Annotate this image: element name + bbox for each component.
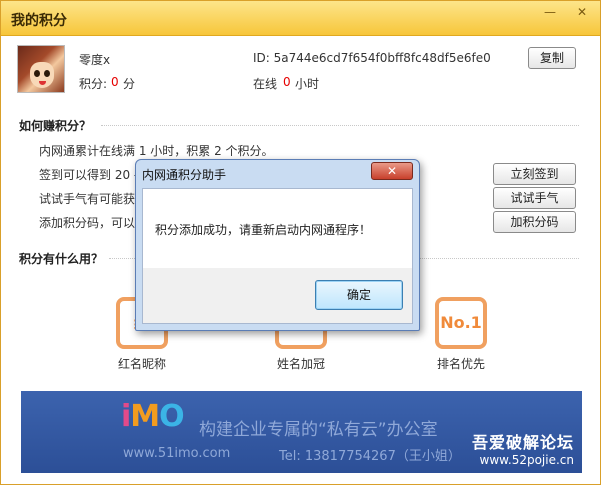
imo-logo: iMO [121, 399, 185, 434]
dialog-message: 积分添加成功，请重新启动内网通程序！ [155, 223, 372, 237]
feature-label: 排名优先 [436, 357, 485, 371]
dialog-title: 内网通积分助手 [142, 168, 227, 182]
earn-rule-code: 添加积分码，可以 [39, 216, 136, 230]
minimize-icon[interactable]: — [541, 4, 559, 20]
dialog-body: 积分添加成功，请重新启动内网通程序！ [142, 188, 413, 268]
banner-tel: Tel: 13817754267（王小姐） [279, 449, 461, 464]
add-code-button[interactable]: 加积分码 [493, 211, 576, 233]
ad-banner[interactable]: iMO 构建企业专属的“私有云”办公室 www.51imo.com Tel: 1… [21, 391, 582, 473]
copy-button[interactable]: 复制 [528, 47, 576, 69]
points-window: 我的积分 — ✕ 零度x 积分: 0 分 ID: 5a744e6cd7f654f… [0, 0, 601, 485]
points-unit: 分 [123, 77, 136, 91]
user-name: 零度x [79, 53, 111, 67]
points-value: 0 [111, 75, 119, 89]
earn-rule-luck: 试试手气有可能获 [39, 192, 136, 206]
watermark: 吾爱破解论坛 www.52pojie.cn [471, 433, 574, 467]
user-id: ID: 5a744e6cd7f654f0bff8fc48df5e6fe0 [253, 51, 491, 65]
title-bar: 我的积分 — ✕ [1, 1, 600, 36]
earn-rule-online: 内网通累计在线满 1 小时，积累 2 个积分。 [39, 144, 274, 158]
online-label: 在线 [253, 77, 278, 91]
online-unit: 小时 [295, 77, 320, 91]
message-dialog: 内网通积分助手 ✕ 积分添加成功，请重新启动内网通程序！ 确定 [135, 159, 420, 331]
try-luck-button[interactable]: 试试手气 [493, 187, 576, 209]
feature-label: 姓名加冠 [276, 357, 325, 371]
feature-label: 红名昵称 [117, 357, 166, 371]
window-title: 我的积分 [11, 13, 67, 29]
earn-rule-signin: 签到可以得到 20 - [39, 168, 139, 182]
avatar [17, 45, 65, 93]
divider [101, 125, 579, 126]
banner-site: www.51imo.com [123, 446, 231, 461]
use-section-title: 积分有什么用？ [19, 252, 104, 266]
close-icon[interactable]: ✕ [573, 4, 591, 20]
banner-slogan: 构建企业专属的“私有云”办公室 [199, 420, 438, 440]
ok-button[interactable]: 确定 [315, 280, 403, 310]
dialog-footer: 确定 [142, 268, 413, 324]
dialog-close-icon[interactable]: ✕ [371, 162, 413, 180]
points-label: 积分: [79, 77, 108, 91]
earn-section-title: 如何赚积分？ [19, 119, 92, 133]
online-value: 0 [283, 75, 291, 89]
feature-rank-first: No.1 排名优先 [416, 297, 506, 372]
rank-first-icon: No.1 [435, 297, 487, 349]
signin-button[interactable]: 立刻签到 [493, 163, 576, 185]
